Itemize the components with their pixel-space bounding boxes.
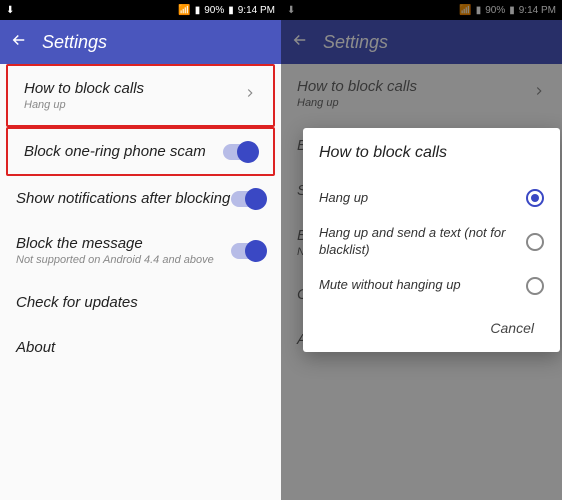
wifi-icon: 📶 <box>178 5 190 16</box>
dialog-title: How to block calls <box>319 144 544 162</box>
setting-label: Check for updates <box>16 294 265 311</box>
settings-list: How to block calls Hang up Block one-rin… <box>0 64 281 370</box>
radio-button-icon <box>526 189 544 207</box>
toggle-switch[interactable] <box>231 191 265 207</box>
radio-label: Hang up <box>319 190 516 207</box>
radio-button-icon <box>526 233 544 251</box>
setting-label: Show notifications after blocking <box>16 190 231 207</box>
dialog-actions: Cancel <box>319 312 544 344</box>
radio-label: Hang up and send a text (not for blackli… <box>319 225 516 259</box>
battery-percent: 90% <box>204 5 224 16</box>
dropbox-icon: ⬇ <box>6 5 14 16</box>
setting-about[interactable]: About <box>0 325 281 370</box>
radio-option-hang-up[interactable]: Hang up <box>319 180 544 216</box>
battery-icon: ▮ <box>228 5 234 16</box>
setting-check-updates[interactable]: Check for updates <box>0 280 281 325</box>
back-icon[interactable] <box>10 31 28 54</box>
setting-sub: Hang up <box>24 99 243 111</box>
status-bar: ⬇ 📶 ▮ 90% ▮ 9:14 PM <box>0 0 281 20</box>
clock: 9:14 PM <box>238 5 275 16</box>
setting-sub: Not supported on Android 4.4 and above <box>16 254 231 266</box>
setting-label: Block one-ring phone scam <box>24 143 223 160</box>
setting-show-notifications[interactable]: Show notifications after blocking <box>0 176 281 221</box>
setting-label: About <box>16 339 265 356</box>
cancel-button[interactable]: Cancel <box>480 312 544 344</box>
setting-label: Block the message <box>16 235 231 252</box>
radio-option-mute[interactable]: Mute without hanging up <box>319 268 544 304</box>
setting-block-message[interactable]: Block the message Not supported on Andro… <box>0 221 281 280</box>
radio-option-hang-up-text[interactable]: Hang up and send a text (not for blackli… <box>319 216 544 268</box>
screen-settings-left: ⬇ 📶 ▮ 90% ▮ 9:14 PM Settings How to bloc… <box>0 0 281 500</box>
chevron-right-icon <box>243 86 257 105</box>
dialog-how-to-block: How to block calls Hang up Hang up and s… <box>303 128 560 352</box>
toggle-switch[interactable] <box>231 243 265 259</box>
radio-button-icon <box>526 277 544 295</box>
app-bar: Settings <box>0 20 281 64</box>
signal-icon: ▮ <box>195 5 201 16</box>
setting-how-to-block[interactable]: How to block calls Hang up <box>6 64 275 127</box>
page-title: Settings <box>42 32 107 53</box>
setting-block-one-ring[interactable]: Block one-ring phone scam <box>6 127 275 176</box>
setting-label: How to block calls <box>24 80 243 97</box>
radio-label: Mute without hanging up <box>319 277 516 294</box>
toggle-switch[interactable] <box>223 144 257 160</box>
screen-settings-right: ⬇ 📶 ▮ 90% ▮ 9:14 PM Settings How to bloc… <box>281 0 562 500</box>
